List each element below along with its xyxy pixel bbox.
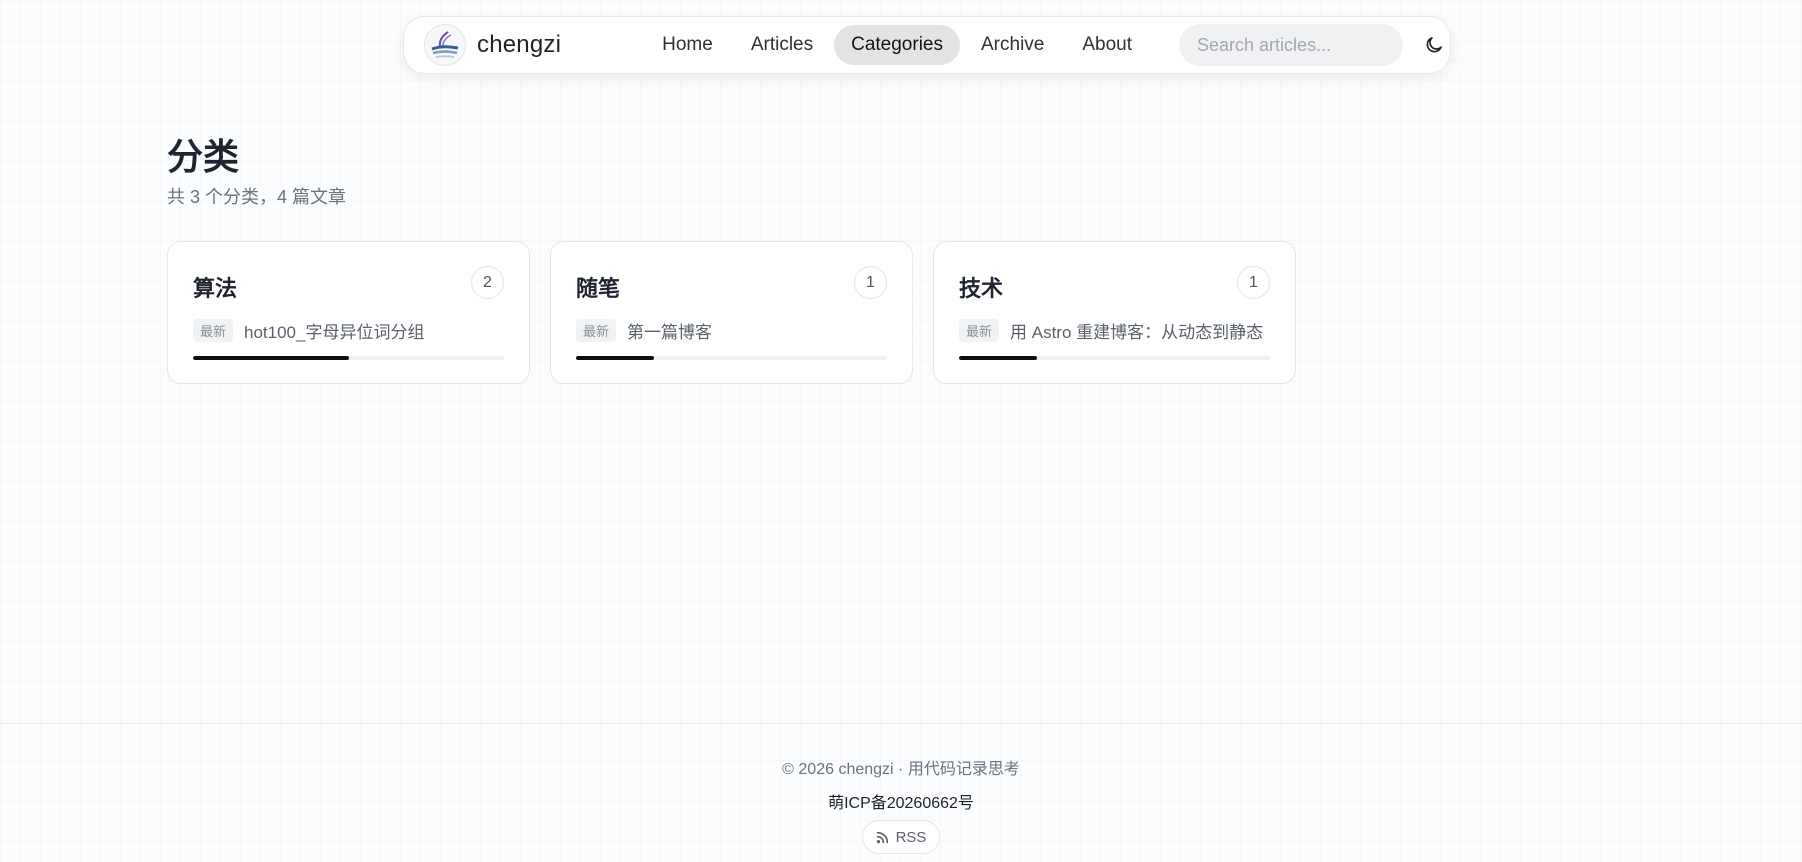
latest-article-link[interactable]: hot100_字母异位词分组: [244, 318, 424, 343]
site-footer: © 2026 chengzi · 用代码记录思考 萌ICP备20260662号 …: [0, 723, 1802, 862]
nav-archive[interactable]: Archive: [964, 25, 1061, 65]
category-latest: 最新 hot100_字母异位词分组: [193, 318, 424, 343]
nav-articles[interactable]: Articles: [734, 25, 830, 65]
nav-categories[interactable]: Categories: [834, 25, 960, 65]
page-title: 分类: [167, 136, 240, 177]
brand-link[interactable]: chengzi: [424, 24, 561, 66]
rss-label: RSS: [895, 828, 927, 846]
category-card[interactable]: 算法 2 最新 hot100_字母异位词分组: [167, 241, 530, 384]
category-name: 随笔: [576, 276, 621, 301]
brand-logo-icon: [424, 24, 466, 66]
search-input[interactable]: [1179, 24, 1404, 66]
category-card[interactable]: 随笔 1 最新 第一篇博客: [550, 241, 913, 384]
category-share-fill: [576, 356, 654, 360]
category-share-fill: [959, 356, 1037, 360]
category-latest: 最新 第一篇博客: [576, 318, 712, 343]
nav-home[interactable]: Home: [645, 25, 730, 65]
footer-icp-link[interactable]: 萌ICP备20260662号: [0, 789, 1802, 813]
top-navbar: chengzi Home Articles Categories Archive…: [403, 16, 1451, 74]
category-count-badge: 1: [854, 266, 887, 299]
latest-badge: 最新: [959, 319, 1000, 342]
category-share-bar: [959, 356, 1270, 360]
rss-button[interactable]: RSS: [861, 820, 941, 854]
category-count-badge: 2: [471, 266, 504, 299]
brand-name: chengzi: [477, 31, 562, 58]
category-count-badge: 1: [1237, 266, 1270, 299]
rss-icon: [876, 831, 888, 843]
category-card[interactable]: 技术 1 最新 用 Astro 重建博客：从动态到静态: [933, 241, 1296, 384]
category-share-bar: [193, 356, 504, 360]
latest-badge: 最新: [576, 319, 617, 342]
moon-icon: [1426, 37, 1442, 53]
latest-article-link[interactable]: 第一篇博客: [627, 318, 712, 343]
theme-toggle-button[interactable]: [1417, 27, 1450, 63]
category-name: 算法: [193, 276, 238, 301]
nav-about[interactable]: About: [1065, 25, 1149, 65]
footer-rss-row: RSS: [0, 820, 1802, 854]
page-subtitle: 共 3 个分类，4 篇文章: [167, 187, 347, 207]
latest-badge: 最新: [193, 319, 234, 342]
category-share-fill: [193, 356, 349, 360]
category-latest: 最新 用 Astro 重建博客：从动态到静态: [959, 318, 1263, 343]
nav-links: Home Articles Categories Archive About: [645, 25, 1153, 65]
category-name: 技术: [959, 276, 1004, 301]
footer-copyright: © 2026 chengzi · 用代码记录思考: [782, 761, 1020, 778]
category-share-bar: [576, 356, 887, 360]
latest-article-link[interactable]: 用 Astro 重建博客：从动态到静态: [1010, 318, 1263, 343]
category-list: 算法 2 最新 hot100_字母异位词分组 随笔 1 最新 第一篇博客 技术 …: [167, 241, 1316, 384]
